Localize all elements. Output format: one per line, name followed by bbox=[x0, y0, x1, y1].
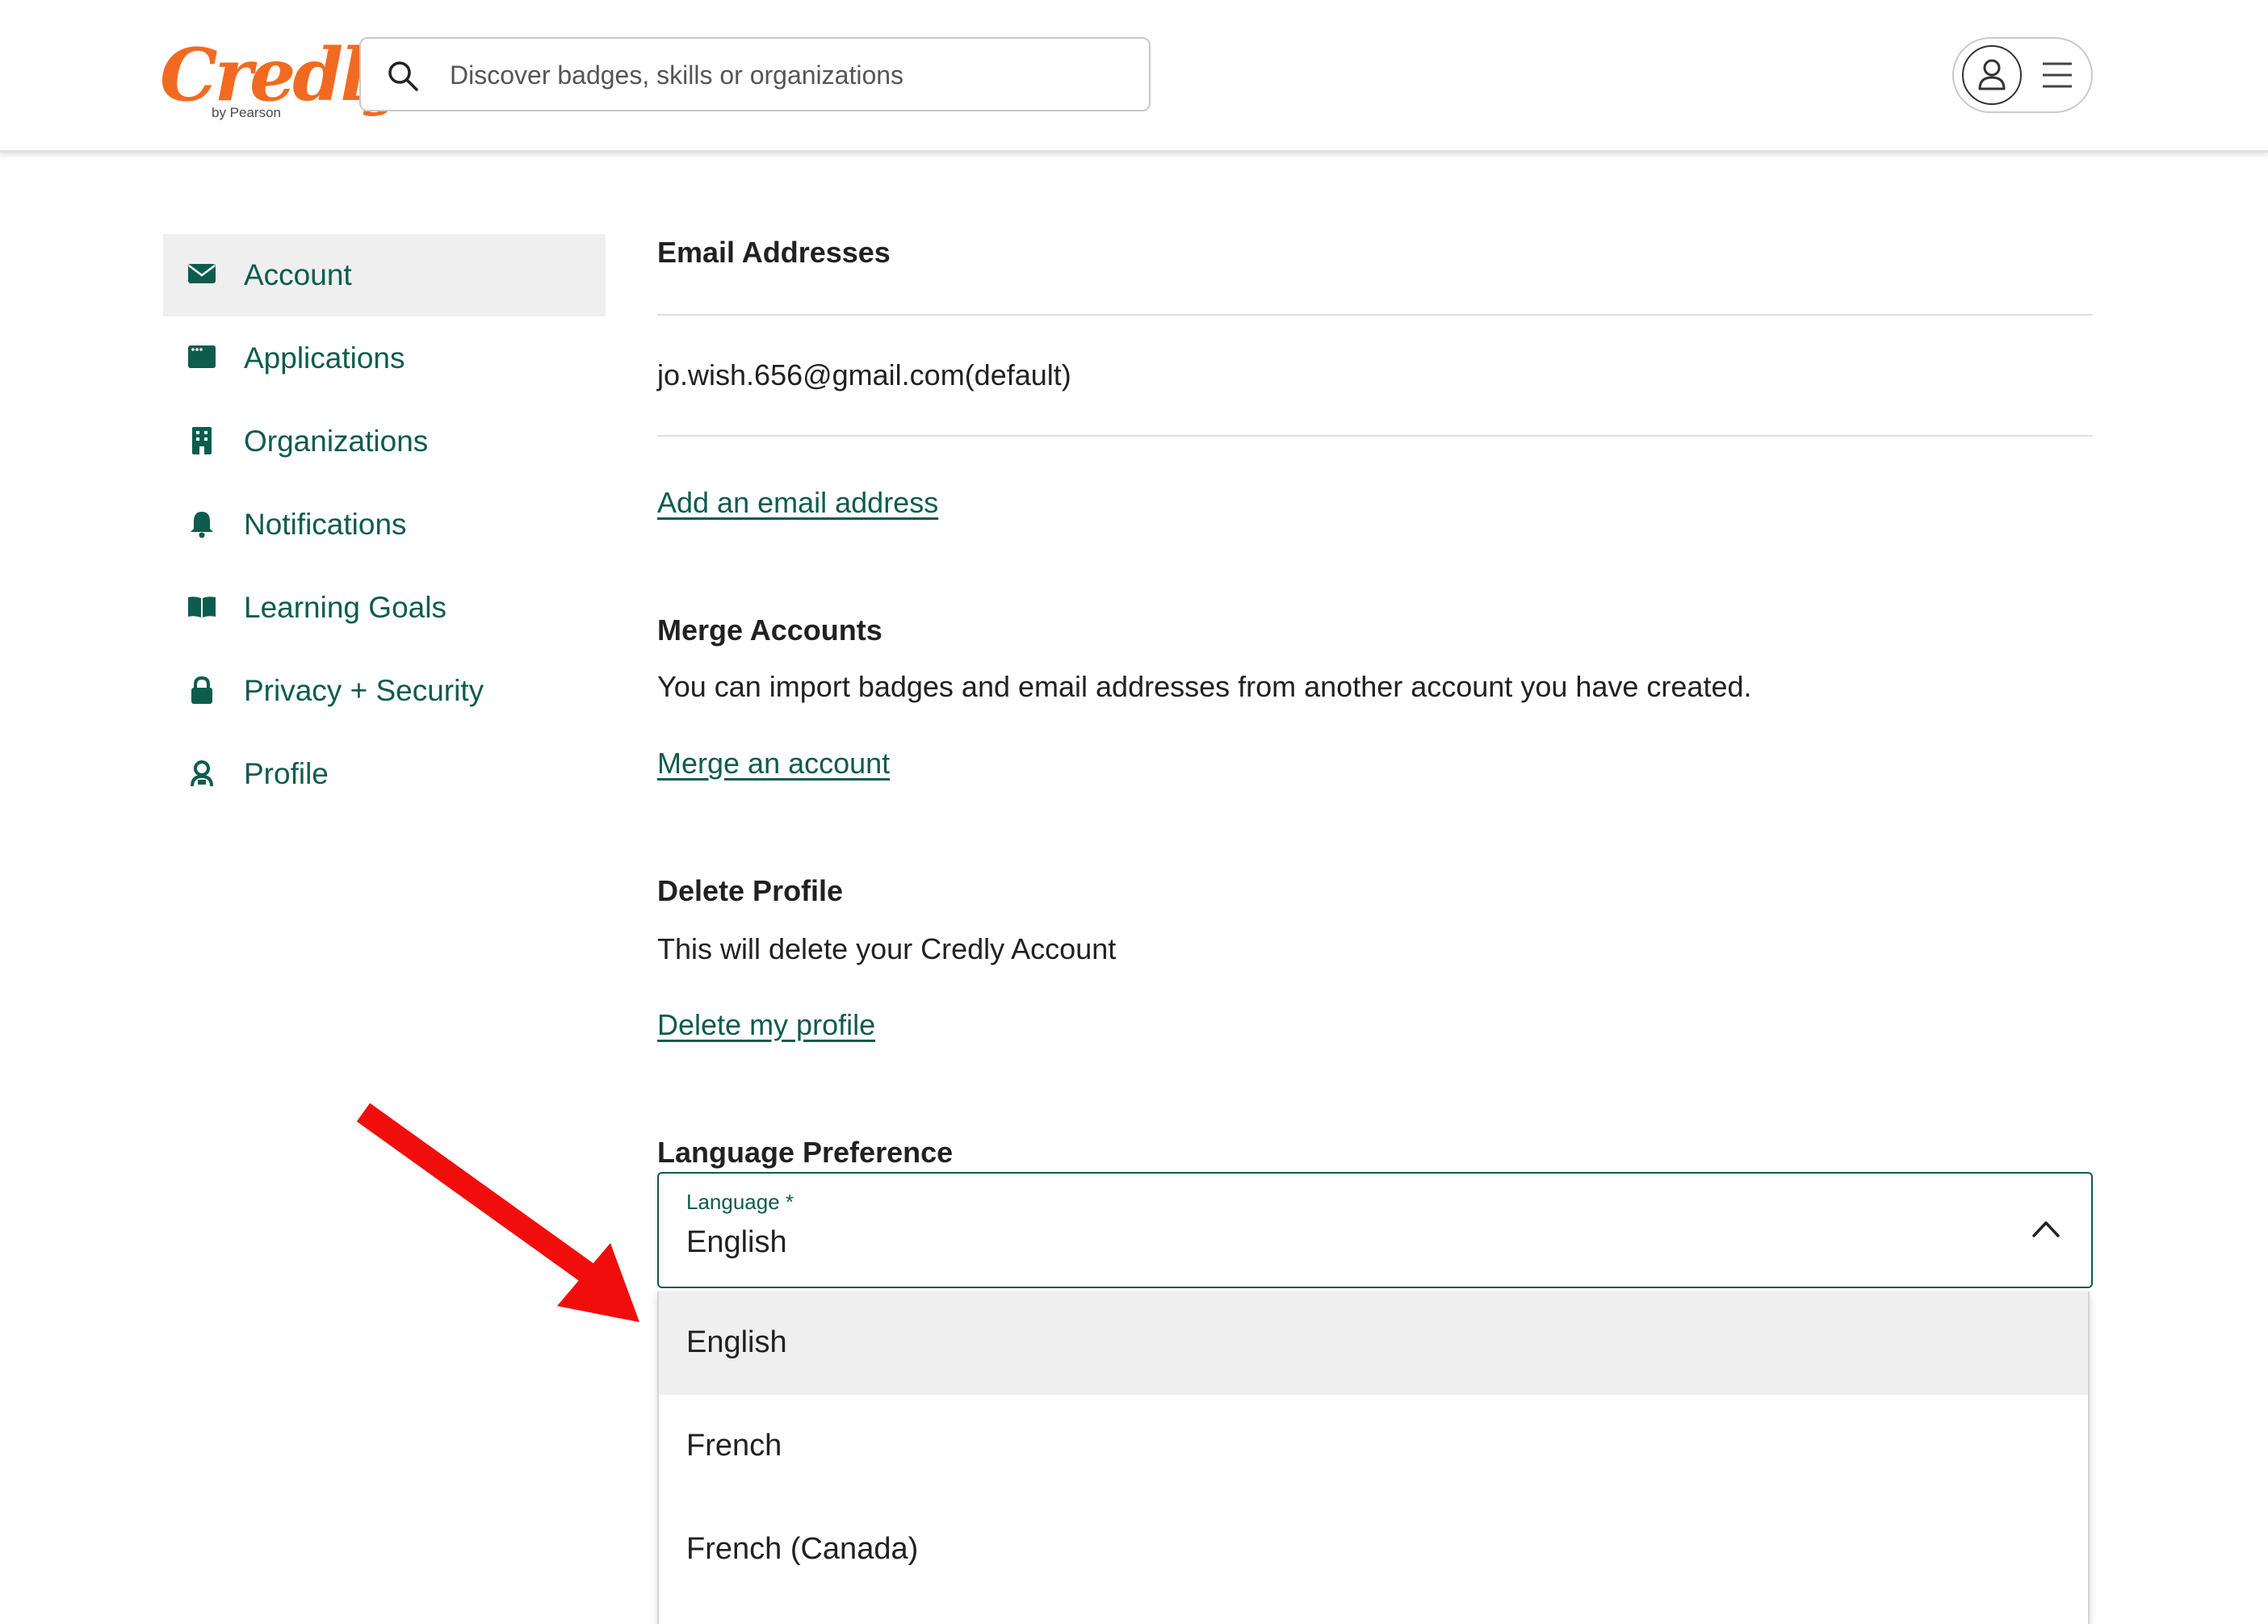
sidebar-item-learning-goals[interactable]: Learning Goals bbox=[163, 567, 606, 649]
option-label: French (Canada) bbox=[686, 1532, 919, 1566]
sidebar-item-label: Organizations bbox=[244, 425, 429, 458]
logo-subtext: by Pearson bbox=[212, 105, 281, 120]
delete-profile-link[interactable]: Delete my profile bbox=[657, 1008, 875, 1042]
delete-description: This will delete your Credly Account bbox=[657, 932, 1117, 965]
bell-icon bbox=[191, 512, 213, 538]
language-section-title: Language Preference bbox=[657, 1136, 954, 1169]
sidebar-item-label: Learning Goals bbox=[244, 591, 446, 624]
avatar-icon bbox=[1962, 45, 2022, 105]
option-label: French bbox=[686, 1429, 782, 1463]
open-book-icon bbox=[188, 596, 216, 617]
language-options-list: English French French (Canada) bbox=[657, 1291, 2090, 1624]
sidebar-item-label: Notifications bbox=[244, 508, 407, 541]
language-field-label: Language * bbox=[686, 1190, 794, 1214]
sidebar-item-label: Account bbox=[244, 258, 352, 291]
sidebar-item-label: Applications bbox=[244, 341, 405, 375]
settings-sidebar: Account Applications Organizations Notif… bbox=[163, 234, 606, 816]
language-select[interactable]: Language * English bbox=[657, 1172, 2093, 1288]
language-option-french-canada[interactable]: French (Canada) bbox=[659, 1498, 2088, 1601]
sidebar-item-label: Privacy + Security bbox=[244, 674, 484, 707]
sidebar-item-notifications[interactable]: Notifications bbox=[163, 483, 606, 566]
sidebar-item-account[interactable]: Account bbox=[163, 234, 606, 316]
lock-icon bbox=[191, 676, 212, 704]
divider bbox=[657, 314, 2093, 316]
credly-logo[interactable]: Credly by Pearson bbox=[160, 32, 407, 132]
person-badge-icon bbox=[191, 760, 213, 787]
hamburger-menu-icon bbox=[2043, 62, 2072, 88]
email-section-title: Email Addresses bbox=[657, 236, 891, 269]
language-option-english[interactable]: English bbox=[659, 1291, 2088, 1395]
email-address-default: jo.wish.656@gmail.com(default) bbox=[657, 358, 1071, 391]
top-header: Credly by Pearson bbox=[0, 0, 2268, 153]
sidebar-item-applications[interactable]: Applications bbox=[163, 317, 606, 400]
add-email-link[interactable]: Add an email address bbox=[657, 486, 938, 520]
option-label: English bbox=[686, 1325, 787, 1359]
sidebar-item-organizations[interactable]: Organizations bbox=[163, 400, 606, 483]
language-selected-value: English bbox=[686, 1225, 787, 1259]
delete-section-title: Delete Profile bbox=[657, 874, 844, 907]
sidebar-item-profile[interactable]: Profile bbox=[163, 733, 606, 815]
chevron-up-icon bbox=[2032, 1221, 2060, 1237]
merge-description: You can import badges and email addresse… bbox=[657, 670, 1752, 703]
annotation-arrow-icon bbox=[356, 1103, 639, 1322]
search-bar[interactable] bbox=[359, 37, 1151, 111]
search-input[interactable] bbox=[448, 39, 1130, 111]
search-icon bbox=[388, 61, 418, 91]
app-window-icon bbox=[188, 345, 216, 368]
envelope-icon bbox=[188, 264, 216, 283]
language-option-french[interactable]: French bbox=[659, 1395, 2088, 1498]
user-menu-button[interactable] bbox=[1952, 37, 2093, 113]
divider bbox=[657, 435, 2093, 437]
building-icon bbox=[192, 427, 212, 454]
merge-account-link[interactable]: Merge an account bbox=[657, 747, 890, 781]
sidebar-item-label: Profile bbox=[244, 757, 329, 790]
sidebar-item-privacy-security[interactable]: Privacy + Security bbox=[163, 650, 606, 732]
merge-section-title: Merge Accounts bbox=[657, 613, 882, 647]
